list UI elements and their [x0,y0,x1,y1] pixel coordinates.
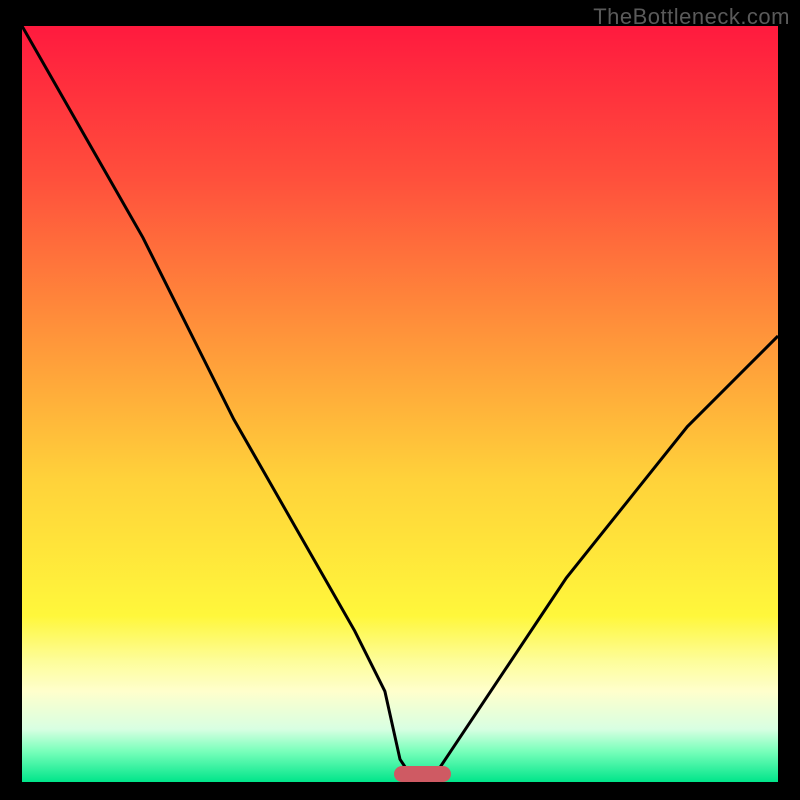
optimal-point-marker [394,766,451,782]
plot-area [22,26,778,782]
chart-container: TheBottleneck.com [0,0,800,800]
watermark-text: TheBottleneck.com [593,4,790,30]
bottleneck-curve-svg [22,26,778,782]
bottleneck-curve [22,26,778,782]
